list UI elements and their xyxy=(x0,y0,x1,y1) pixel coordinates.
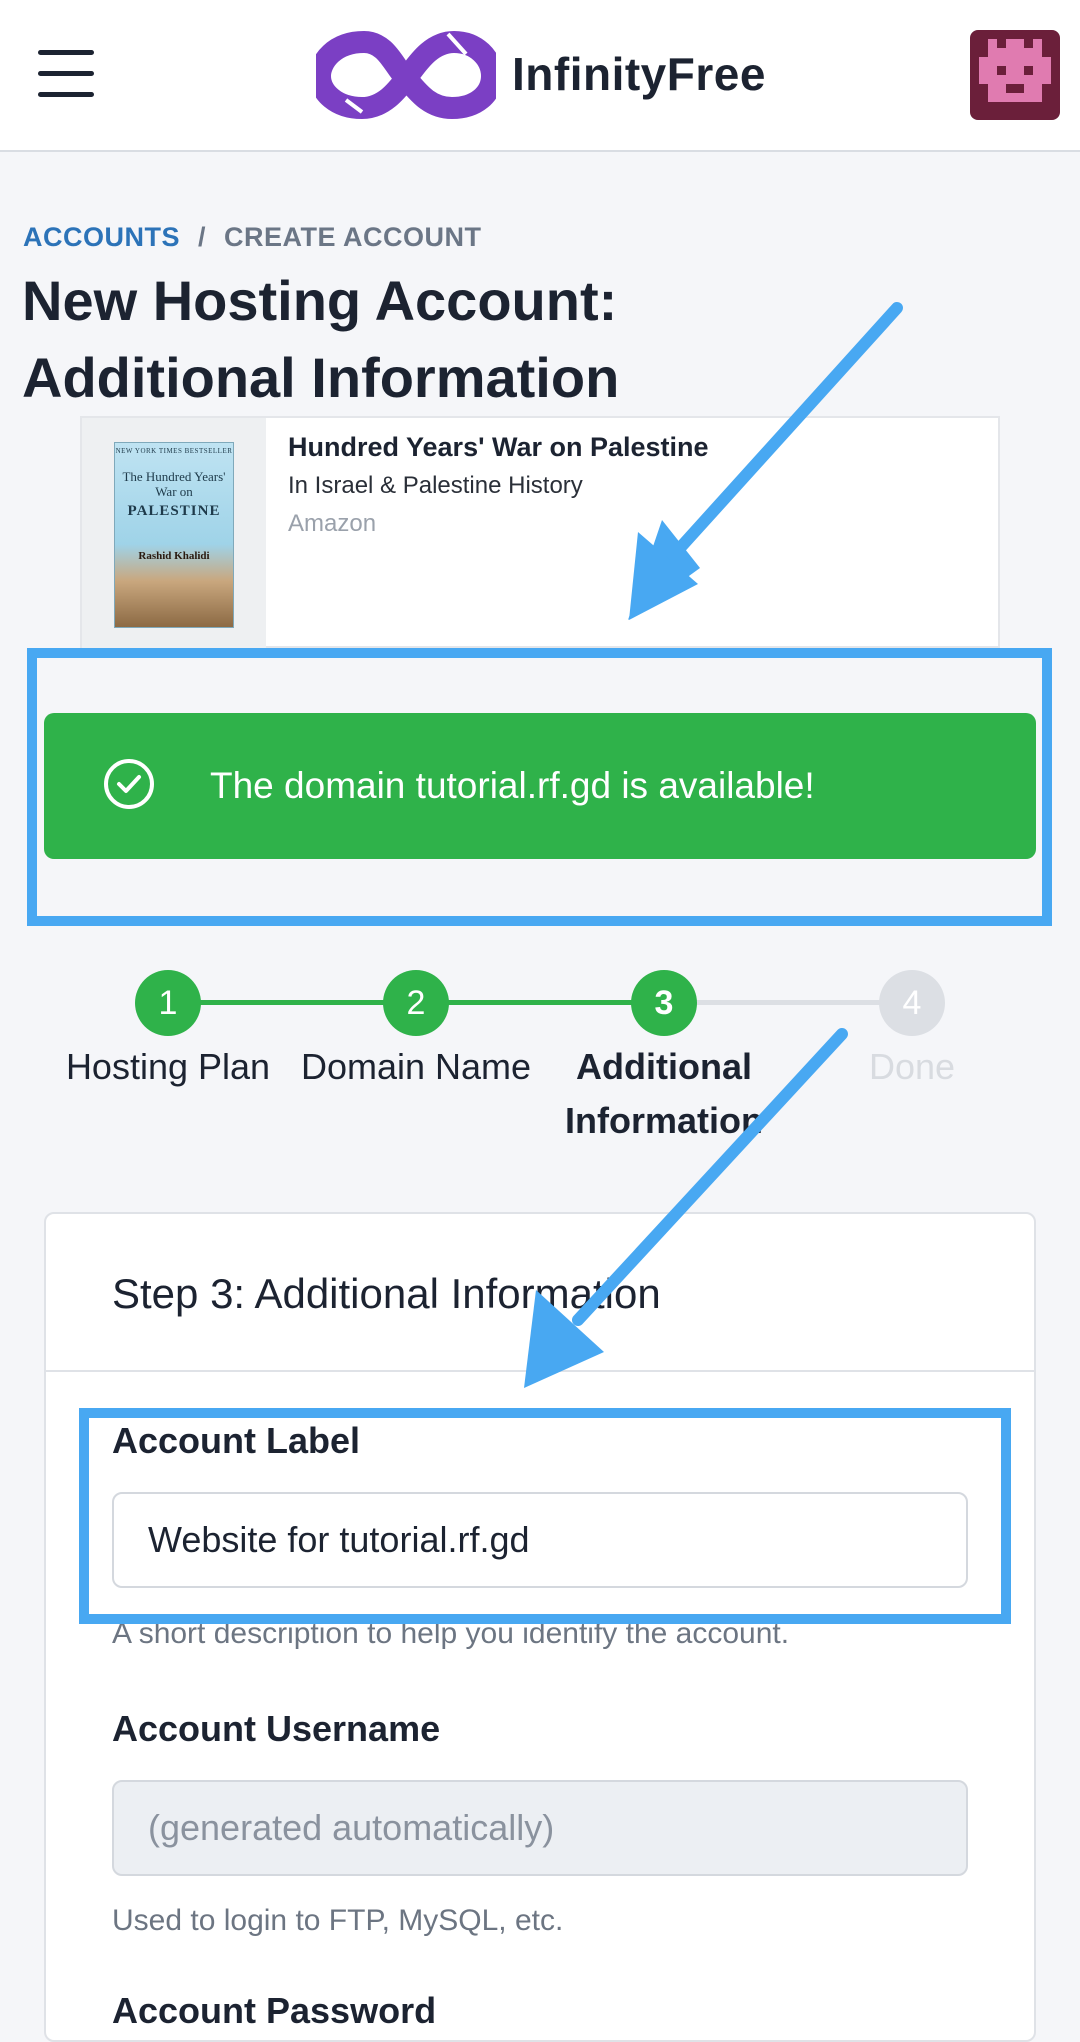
book-cover-title-main: PALESTINE xyxy=(127,503,221,519)
ad-subtitle: In Israel & Palestine History xyxy=(288,472,583,499)
step-connector xyxy=(664,1000,912,1005)
account-username-help: Used to login to FTP, MySQL, etc. xyxy=(112,1904,564,1937)
menu-icon[interactable] xyxy=(38,50,94,98)
step-connector xyxy=(168,1000,416,1005)
step-1-circle: 1 xyxy=(135,970,201,1036)
brand-name[interactable]: InfinityFree xyxy=(512,44,766,104)
step-2-circle: 2 xyxy=(383,970,449,1036)
ad-source: Amazon xyxy=(288,510,377,537)
top-header: InfinityFree xyxy=(0,0,1080,152)
infinityfree-logo-icon[interactable] xyxy=(316,28,496,120)
book-cover-title-line: The Hundred Years' War on xyxy=(122,469,226,499)
ad-card[interactable]: NEW YORK TIMES BESTSELLER The Hundred Ye… xyxy=(80,416,1000,650)
check-circle-icon xyxy=(104,759,154,809)
account-password-label: Account Password xyxy=(112,1990,437,2031)
book-cover-image: NEW YORK TIMES BESTSELLER The Hundred Ye… xyxy=(114,442,234,628)
breadcrumb-accounts-link[interactable]: ACCOUNTS xyxy=(23,222,180,252)
step-4-circle: 4 xyxy=(879,970,945,1036)
card-header: Step 3: Additional Information xyxy=(46,1214,1034,1372)
ad-thumbnail[interactable]: NEW YORK TIMES BESTSELLER The Hundred Ye… xyxy=(82,418,266,650)
account-username-input[interactable] xyxy=(112,1780,968,1876)
ad-title[interactable]: Hundred Years' War on Palestine xyxy=(288,432,709,463)
step-4-label: Done xyxy=(868,1046,956,1087)
page-title: New Hosting Account: Additional Informat… xyxy=(22,269,620,409)
step-1-label: Hosting Plan xyxy=(65,1046,271,1087)
breadcrumb: ACCOUNTS / CREATE ACCOUNT xyxy=(23,222,482,253)
annotation-highlight-box xyxy=(79,1408,1011,1624)
breadcrumb-separator: / xyxy=(198,222,207,252)
card-title: Step 3: Additional Information xyxy=(112,1270,661,1317)
account-username-label: Account Username xyxy=(112,1708,441,1749)
book-cover-author: Rashid Khalidi xyxy=(138,550,210,562)
step-3-label: Additional Information xyxy=(565,1046,763,1141)
book-cover-banner: NEW YORK TIMES BESTSELLER xyxy=(115,447,233,455)
success-alert: The domain tutorial.rf.gd is available! xyxy=(44,713,1036,859)
breadcrumb-current: CREATE ACCOUNT xyxy=(224,222,482,252)
progress-stepper: 1 2 3 4 Hosting Plan Domain Name Additio… xyxy=(0,968,1080,1148)
step-2-label: Domain Name xyxy=(300,1046,532,1087)
step-connector xyxy=(416,1000,664,1005)
avatar[interactable] xyxy=(970,30,1060,120)
alert-message: The domain tutorial.rf.gd is available! xyxy=(210,765,815,806)
step-3-circle: 3 xyxy=(631,970,697,1036)
